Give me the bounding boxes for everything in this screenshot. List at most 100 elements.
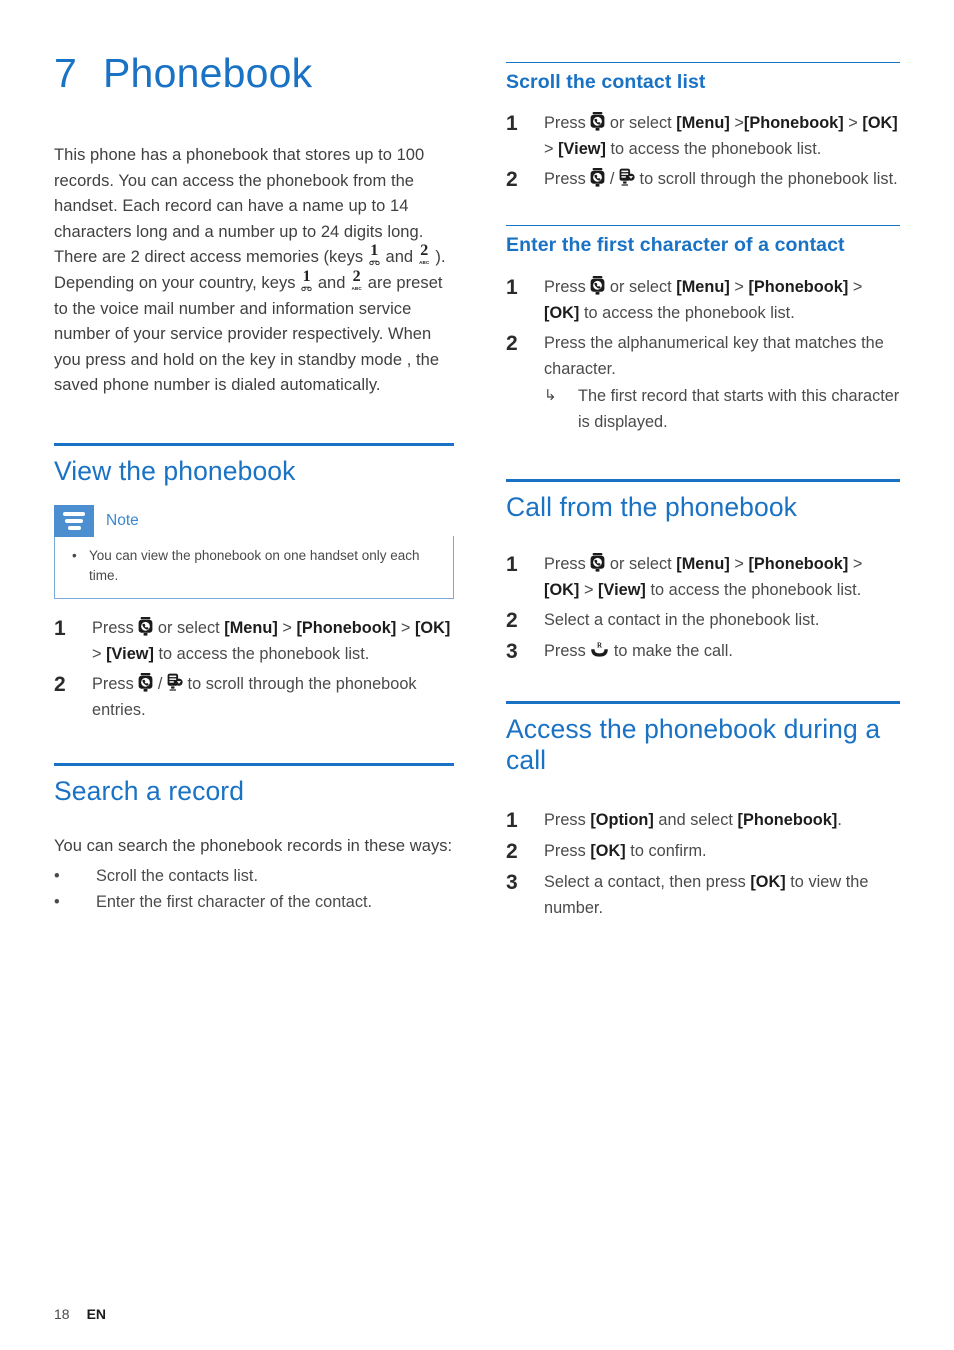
key-2-abc-icon: 2 ABC bbox=[351, 268, 362, 292]
note-body: • You can view the phonebook on one hand… bbox=[54, 536, 454, 600]
subsection-enter-first-character: Enter the first character of a contact 1… bbox=[506, 225, 900, 434]
phonebook-key-icon bbox=[590, 112, 605, 131]
step-keyword: [View] bbox=[598, 581, 646, 600]
step-keyword: [Menu] bbox=[676, 555, 730, 574]
phonebook-key-icon bbox=[590, 553, 605, 572]
note-title: Note bbox=[106, 512, 139, 530]
step-item: 2 Press / to scroll through the phonebook… bbox=[54, 671, 454, 723]
step-text: Press or select [Menu] > [Phonebook] > [… bbox=[92, 617, 451, 664]
intro-part-1: This phone has a phonebook that stores u… bbox=[54, 146, 425, 241]
list-item: • Enter the first character of the contac… bbox=[54, 889, 454, 915]
step-keyword: [View] bbox=[558, 140, 606, 159]
step-text: Press R to make the call. bbox=[544, 641, 733, 661]
step-item: 2 Select a contact in the phonebook list. bbox=[506, 607, 900, 634]
scroll-down-key-icon bbox=[619, 168, 635, 187]
step-keyword: [OK] bbox=[414, 619, 451, 638]
step-item: 2 Press / to scroll through the phonebook… bbox=[506, 166, 900, 193]
steps-enter-first-character: 1 Press or select [Menu] > [Phonebook] > … bbox=[506, 274, 900, 435]
substep-item: ↳ The first record that starts with this … bbox=[544, 383, 900, 435]
step-item: 3 Press R to make the call. bbox=[506, 638, 900, 665]
chapter-title: 7 Phonebook bbox=[54, 50, 454, 96]
step-text: Press or select [Menu] > [Phonebook] > [… bbox=[544, 275, 863, 322]
phonebook-key-icon bbox=[138, 617, 153, 636]
svg-text:R: R bbox=[597, 642, 603, 650]
bullet-icon: • bbox=[54, 867, 60, 886]
substep-arrow-icon: ↳ bbox=[544, 386, 557, 404]
list-item-text: Scroll the contacts list. bbox=[96, 867, 258, 886]
step-keyword: [Menu] bbox=[676, 114, 730, 133]
step-text: Press or select [Menu] > [Phonebook] > [… bbox=[544, 553, 863, 600]
note-icon bbox=[54, 505, 94, 538]
note-box: Note • You can view the phonebook on one… bbox=[54, 505, 454, 600]
step-item: 3 Select a contact, then press [OK] to vi… bbox=[506, 869, 900, 921]
subsection-heading-enter-first-character: Enter the first character of a contact bbox=[506, 234, 845, 257]
list-item-text: Enter the first character of the contact… bbox=[96, 893, 373, 912]
step-number: 1 bbox=[506, 808, 518, 832]
note-header: Note bbox=[54, 505, 454, 538]
steps-access-during-call: 1 Press [Option] and select [Phonebook]. 2… bbox=[506, 807, 900, 921]
page-number: 18 bbox=[54, 1306, 70, 1322]
step-number: 1 bbox=[506, 275, 518, 299]
step-item: 1 Press or select [Menu] > [Phonebook] > … bbox=[506, 274, 900, 326]
steps-scroll-contact-list: 1 Press or select [Menu] >[Phonebook] > [… bbox=[506, 110, 900, 193]
step-keyword: [View] bbox=[106, 645, 154, 664]
step-text: Press the alphanumerical key that matche… bbox=[544, 333, 884, 378]
step-number: 3 bbox=[506, 870, 518, 894]
step-keyword: [Menu] bbox=[224, 619, 278, 638]
step-item: 1 Press or select [Menu] >[Phonebook] > [… bbox=[506, 110, 900, 162]
step-keyword: [Phonebook] bbox=[737, 810, 838, 829]
step-keyword: [Phonebook] bbox=[296, 619, 397, 638]
step-text: Select a contact in the phonebook list. bbox=[544, 611, 820, 630]
step-number: 2 bbox=[506, 331, 518, 355]
subsection-heading-scroll-contact-list: Scroll the contact list bbox=[506, 71, 706, 93]
substep-text: The first record that starts with this c… bbox=[578, 386, 900, 431]
talk-key-icon: R bbox=[590, 641, 609, 658]
section-rule bbox=[54, 763, 454, 767]
step-item: 2 Press the alphanumerical key that match… bbox=[506, 330, 900, 435]
section-heading-view-phonebook: View the phonebook bbox=[54, 455, 296, 486]
key-1-voicemail-icon: 1 bbox=[300, 269, 313, 292]
section-rule bbox=[506, 701, 900, 705]
step-number: 2 bbox=[54, 673, 66, 697]
step-text: Select a contact, then press [OK] to vie… bbox=[544, 872, 869, 917]
step-keyword: [Menu] bbox=[676, 277, 730, 296]
step-keyword: [Phonebook] bbox=[748, 555, 849, 574]
step-keyword: [OK] bbox=[590, 841, 626, 860]
right-column: Scroll the contact list 1 Press or select… bbox=[506, 62, 900, 925]
subsection-rule bbox=[506, 62, 900, 63]
step-keyword: [OK] bbox=[862, 114, 898, 133]
section-access-during-call: Access the phonebook during a call 1 Pres… bbox=[506, 701, 900, 921]
step-text: Press / to scroll through the phonebook … bbox=[544, 168, 898, 189]
steps-call-from-phonebook: 1 Press or select [Menu] > [Phonebook] > … bbox=[506, 551, 900, 665]
step-keyword: [OK] bbox=[544, 303, 580, 322]
subsection-rule bbox=[506, 225, 900, 227]
chapter-number: 7 bbox=[54, 50, 78, 96]
step-keyword: [Phonebook] bbox=[748, 277, 849, 296]
step-text: Press / to scroll through the phonebook … bbox=[92, 673, 417, 720]
step-item: 1 Press or select [Menu] > [Phonebook] > … bbox=[54, 615, 454, 667]
step-keyword: [Option] bbox=[590, 810, 654, 829]
section-heading-call-from-phonebook: Call from the phonebook bbox=[506, 491, 798, 522]
intro-part-2b: and bbox=[380, 248, 418, 267]
step-item: 1 Press [Option] and select [Phonebook]. bbox=[506, 807, 900, 834]
steps-view-phonebook: 1 Press or select [Menu] > [Phonebook] > … bbox=[54, 615, 454, 723]
scroll-down-key-icon bbox=[167, 673, 183, 692]
step-keyword: [Phonebook] bbox=[743, 114, 844, 133]
step-item: 1 Press or select [Menu] > [Phonebook] > … bbox=[506, 551, 900, 603]
bullet-icon: • bbox=[72, 548, 77, 564]
phonebook-key-icon bbox=[138, 673, 153, 692]
left-column: 7 Phonebook This phone has a phonebook th… bbox=[54, 50, 454, 915]
intro-part-2e: are preset to the voice mail number and … bbox=[54, 274, 443, 395]
step-keyword: [OK] bbox=[544, 581, 580, 600]
step-number: 1 bbox=[54, 617, 66, 641]
search-record-bullets: • Scroll the contacts list. • Enter the fir… bbox=[54, 863, 454, 915]
step-number: 2 bbox=[506, 839, 518, 863]
note-item-text: You can view the phonebook on one handse… bbox=[89, 548, 420, 584]
key-1-voicemail-icon: 1 bbox=[368, 243, 381, 266]
section-view-phonebook: View the phonebook Note • You can view t… bbox=[54, 442, 454, 723]
step-item: 2 Press [OK] to confirm. bbox=[506, 838, 900, 865]
step-number: 1 bbox=[506, 112, 518, 136]
search-record-intro: You can search the phonebook records in … bbox=[54, 836, 453, 855]
step-number: 2 bbox=[506, 609, 518, 633]
intro-paragraph: This phone has a phonebook that stores u… bbox=[54, 143, 454, 399]
